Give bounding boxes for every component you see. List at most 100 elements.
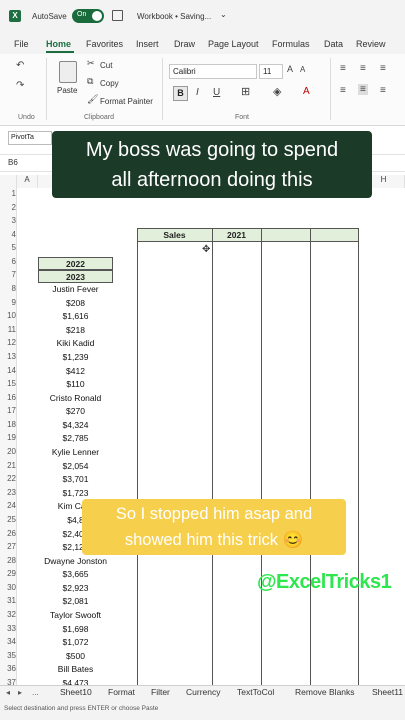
sheet-tab-filter[interactable]: Filter bbox=[151, 687, 170, 697]
table-cell[interactable]: $110 bbox=[38, 379, 113, 392]
align-top-icon[interactable]: ≡ bbox=[340, 63, 346, 74]
tab-favorites[interactable]: Favorites bbox=[86, 39, 123, 49]
brush-icon[interactable]: 🖌 bbox=[87, 94, 98, 105]
chevron-down-icon[interactable]: ⌄ bbox=[220, 10, 227, 19]
row-number[interactable]: 29 bbox=[0, 569, 16, 578]
table-cell[interactable] bbox=[38, 216, 113, 229]
row-number[interactable]: 17 bbox=[0, 406, 16, 415]
row-number[interactable]: 36 bbox=[0, 664, 16, 673]
table-cell[interactable]: Kiki Kadid bbox=[38, 338, 113, 351]
row-number[interactable]: 2 bbox=[0, 203, 16, 212]
row-number[interactable]: 6 bbox=[0, 257, 16, 266]
row-number[interactable]: 19 bbox=[0, 433, 16, 442]
table-cell[interactable]: $1,616 bbox=[38, 311, 113, 324]
row-number[interactable]: 8 bbox=[0, 284, 16, 293]
table-cell[interactable]: $2,081 bbox=[38, 596, 113, 609]
sheet-tab-format[interactable]: Format bbox=[108, 687, 135, 697]
scissors-icon[interactable]: ✂ bbox=[87, 58, 95, 69]
decrease-font-icon[interactable]: A bbox=[300, 65, 305, 74]
cut-button[interactable]: Cut bbox=[100, 61, 112, 70]
tab-insert[interactable]: Insert bbox=[136, 39, 159, 49]
row-number[interactable]: 33 bbox=[0, 624, 16, 633]
row-number[interactable]: 4 bbox=[0, 230, 16, 239]
tab-formulas[interactable]: Formulas bbox=[272, 39, 310, 49]
fill-color-icon[interactable]: ◈ bbox=[273, 85, 281, 98]
row-number[interactable]: 12 bbox=[0, 338, 16, 347]
font-name-select[interactable]: Calibri bbox=[169, 64, 257, 79]
row-number[interactable]: 3 bbox=[0, 216, 16, 225]
align-bottom-icon[interactable]: ≡ bbox=[380, 63, 386, 74]
italic-button[interactable]: I bbox=[196, 87, 199, 98]
underline-button[interactable]: U bbox=[213, 87, 220, 98]
table-cell[interactable]: Kylie Lenner bbox=[38, 447, 113, 460]
row-number[interactable]: 34 bbox=[0, 637, 16, 646]
table-header-sales[interactable]: Sales bbox=[137, 230, 212, 240]
excel-icon[interactable]: X bbox=[9, 10, 21, 22]
table-cell[interactable]: $1,239 bbox=[38, 352, 113, 365]
table-cell[interactable]: $2,923 bbox=[38, 583, 113, 596]
name-box[interactable]: B6 bbox=[8, 158, 18, 167]
row-number[interactable]: 11 bbox=[0, 325, 16, 334]
table-cell[interactable]: $270 bbox=[38, 406, 113, 419]
select-all-corner[interactable] bbox=[0, 175, 17, 188]
row-number[interactable]: 26 bbox=[0, 529, 16, 538]
undo-icon[interactable]: ↶ bbox=[16, 60, 24, 71]
table-cell[interactable]: $218 bbox=[38, 325, 113, 338]
redo-icon[interactable]: ↷ bbox=[16, 80, 24, 91]
row-number[interactable]: 14 bbox=[0, 366, 16, 375]
row-number[interactable]: 9 bbox=[0, 298, 16, 307]
format-painter-button[interactable]: Format Painter bbox=[100, 97, 153, 106]
table-cell[interactable]: Justin Fever bbox=[38, 284, 113, 297]
tab-data[interactable]: Data bbox=[324, 39, 343, 49]
row-number[interactable]: 15 bbox=[0, 379, 16, 388]
tab-page-layout[interactable]: Page Layout bbox=[208, 39, 259, 49]
font-color-icon[interactable]: A bbox=[303, 86, 310, 97]
tab-draw[interactable]: Draw bbox=[174, 39, 195, 49]
sheet-prev-icon[interactable]: ◂ bbox=[6, 688, 10, 697]
align-left-icon[interactable]: ≡ bbox=[340, 85, 346, 96]
tab-file[interactable]: File bbox=[14, 39, 29, 49]
row-number[interactable]: 22 bbox=[0, 474, 16, 483]
sheet-tab-sheet11[interactable]: Sheet11 bbox=[372, 687, 403, 697]
table-cell[interactable]: Taylor Swooft bbox=[38, 610, 113, 623]
tab-home[interactable]: Home bbox=[46, 39, 71, 49]
table-cell[interactable]: $1,072 bbox=[38, 637, 113, 650]
table-cell[interactable]: $3,701 bbox=[38, 474, 113, 487]
copy-icon[interactable]: ⧉ bbox=[87, 76, 93, 87]
table-cell[interactable] bbox=[38, 203, 113, 216]
paste-icon[interactable] bbox=[59, 61, 77, 83]
row-number[interactable]: 30 bbox=[0, 583, 16, 592]
pivot-table-button[interactable]: PivotTa bbox=[8, 131, 52, 145]
row-number[interactable]: 18 bbox=[0, 420, 16, 429]
row-number[interactable]: 1 bbox=[0, 189, 16, 198]
row-number[interactable]: 10 bbox=[0, 311, 16, 320]
copy-button[interactable]: Copy bbox=[100, 79, 119, 88]
table-cell[interactable]: Cristo Ronald bbox=[38, 393, 113, 406]
sheet-tab-currency[interactable]: Currency bbox=[186, 687, 220, 697]
table-cell[interactable]: $208 bbox=[38, 298, 113, 311]
row-number[interactable]: 21 bbox=[0, 461, 16, 470]
year-header-cell[interactable]: 2022 bbox=[38, 257, 113, 270]
bold-button[interactable]: B bbox=[173, 86, 188, 101]
table-cell[interactable]: $1,698 bbox=[38, 624, 113, 637]
workbook-title[interactable]: Workbook • Saving... bbox=[137, 12, 211, 21]
row-number[interactable]: 31 bbox=[0, 596, 16, 605]
year-header-cell[interactable]: 2023 bbox=[38, 270, 113, 283]
row-number[interactable]: 13 bbox=[0, 352, 16, 361]
row-number[interactable]: 35 bbox=[0, 651, 16, 660]
sheet-tab-remove-blanks[interactable]: Remove Blanks bbox=[295, 687, 355, 697]
table-cell[interactable]: $500 bbox=[38, 651, 113, 664]
row-number[interactable]: 28 bbox=[0, 556, 16, 565]
row-number[interactable]: 25 bbox=[0, 515, 16, 524]
borders-icon[interactable]: ⊞ bbox=[241, 85, 250, 98]
row-number[interactable]: 7 bbox=[0, 270, 16, 279]
sheet-tab-texttocol[interactable]: TextToCol bbox=[237, 687, 274, 697]
row-number[interactable]: 27 bbox=[0, 542, 16, 551]
row-number[interactable]: 5 bbox=[0, 243, 16, 252]
align-right-icon[interactable]: ≡ bbox=[380, 85, 386, 96]
sheet-more-icon[interactable]: ... bbox=[32, 688, 39, 697]
increase-font-icon[interactable]: A bbox=[287, 64, 293, 74]
table-cell[interactable]: $412 bbox=[38, 366, 113, 379]
autosave-toggle[interactable]: On bbox=[72, 9, 104, 23]
column-header-a[interactable]: A bbox=[17, 175, 38, 188]
